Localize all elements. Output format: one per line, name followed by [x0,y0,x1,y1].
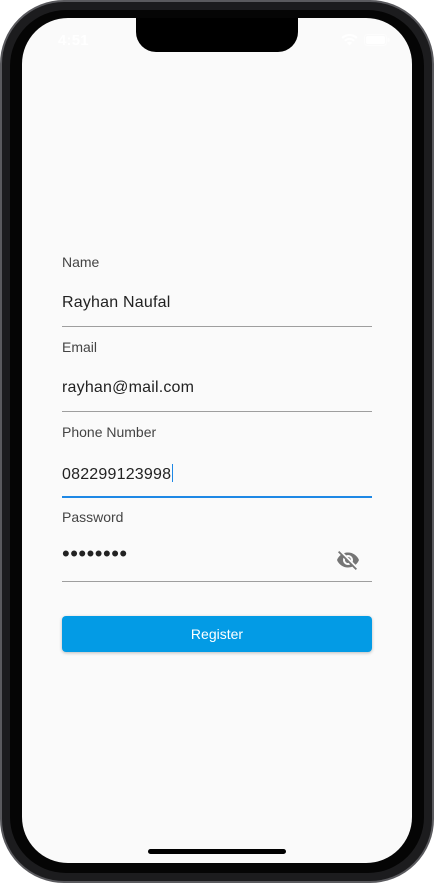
password-label: Password [62,509,124,525]
phone-input-text: 082299123998 [62,466,172,483]
wifi-icon [341,34,358,46]
app-screen: 4:51 Name Rayhan Naufal Email rayhan@mai… [22,18,412,863]
eye-off-icon[interactable] [336,548,360,572]
phone-underline [62,496,372,498]
status-time: 4:51 [58,32,89,49]
name-underline [62,326,372,327]
phone-input[interactable]: 082299123998 [62,464,174,484]
register-button[interactable]: Register [62,616,372,652]
password-field: Password •••••••• [62,503,372,588]
battery-icon [364,34,390,46]
name-input[interactable]: Rayhan Naufal [62,294,170,312]
email-input[interactable]: rayhan@mail.com [62,379,194,397]
phone-field: Phone Number 082299123998 [62,418,372,503]
name-field: Name Rayhan Naufal [62,248,372,333]
status-icons [341,34,390,46]
email-label: Email [62,339,98,355]
phone-label: Phone Number [62,424,157,440]
register-form: Name Rayhan Naufal Email rayhan@mail.com… [62,248,372,652]
text-cursor [172,464,174,482]
home-indicator [148,849,286,854]
name-label: Name [62,254,100,270]
notch [136,18,298,52]
email-underline [62,411,372,412]
email-field: Email rayhan@mail.com [62,333,372,418]
password-input[interactable]: •••••••• [62,541,128,567]
password-underline [62,581,372,582]
